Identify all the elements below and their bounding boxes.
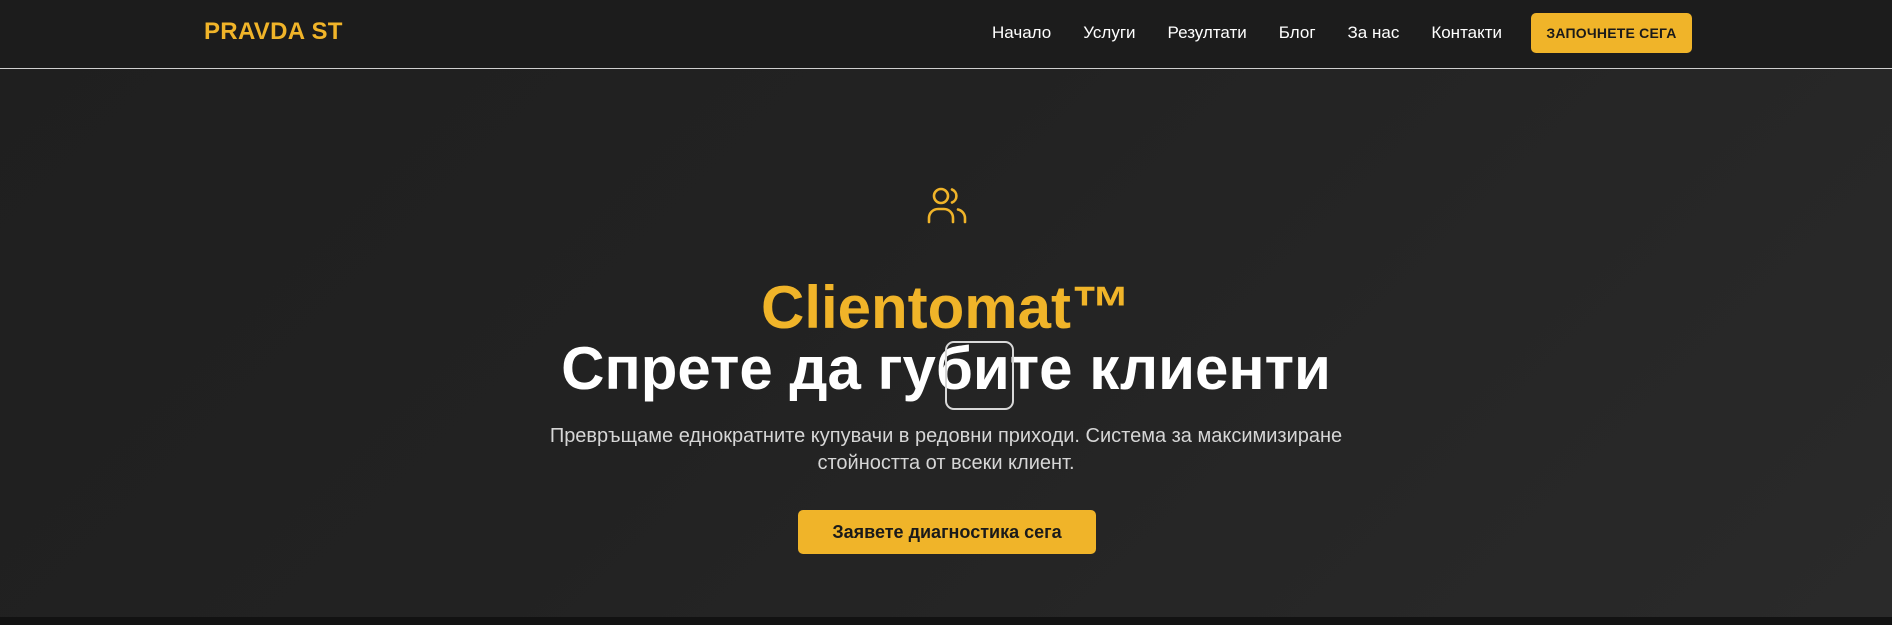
nav-item-services[interactable]: Услуги — [1083, 22, 1135, 44]
section-divider — [0, 617, 1892, 625]
top-navbar: PRAVDA ST Начало Услуги Резултати Блог З… — [0, 0, 1892, 69]
hero-subtext: Превръщаме еднократните купувачи в редов… — [0, 423, 1892, 477]
start-now-button[interactable]: ЗАПОЧНЕТЕ СЕГА — [1531, 13, 1692, 53]
site-logo[interactable]: PRAVDA ST — [204, 18, 343, 46]
request-diagnostic-button[interactable]: Заявете диагностика сега — [798, 510, 1096, 554]
nav-item-contacts[interactable]: Контакти — [1431, 22, 1502, 44]
users-icon — [927, 187, 967, 224]
text-selection-cursor — [945, 341, 1014, 410]
nav-item-home[interactable]: Начало — [992, 22, 1051, 44]
nav-item-about[interactable]: За нас — [1348, 22, 1400, 44]
nav-item-blog[interactable]: Блог — [1279, 22, 1316, 44]
nav-item-results[interactable]: Резултати — [1168, 22, 1247, 44]
main-menu: Начало Услуги Резултати Блог За нас Конт… — [992, 22, 1534, 44]
hero-subtext-line-1: Превръщаме еднократните купувачи в редов… — [549, 425, 1343, 447]
hero-subtext-line-2: стойността от всеки клиент. — [817, 452, 1075, 474]
